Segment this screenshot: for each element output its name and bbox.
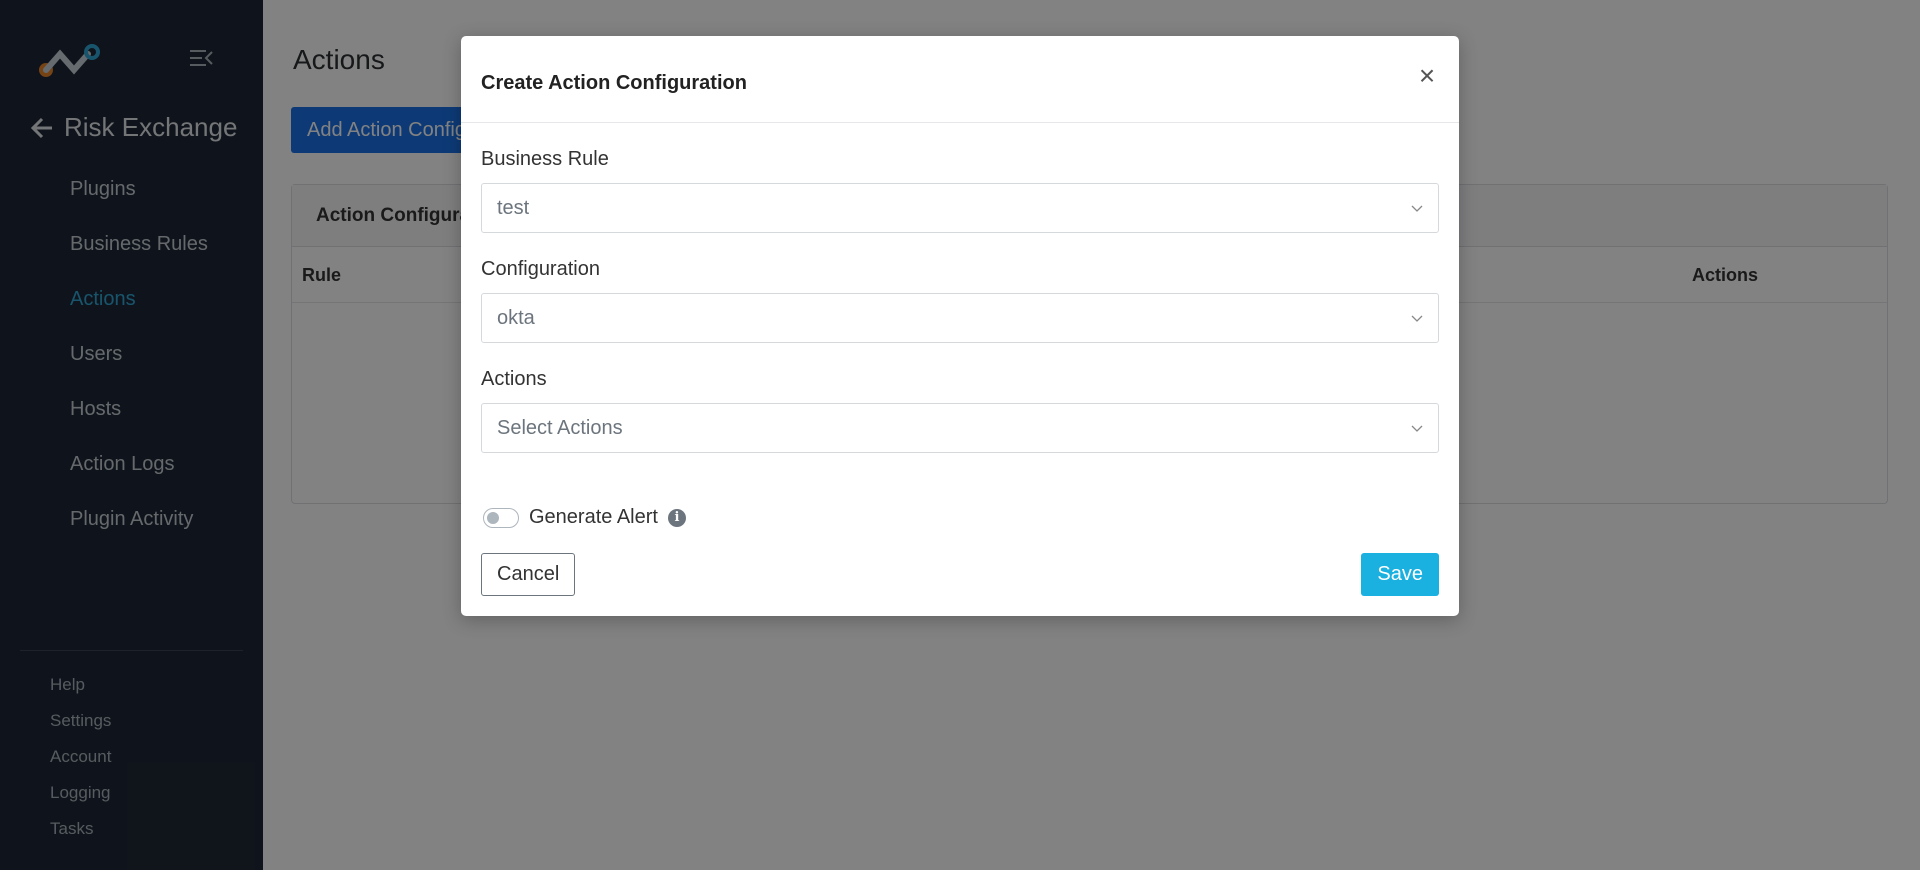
modal-title: Create Action Configuration [481,72,747,94]
actions-select[interactable]: Select Actions [481,403,1439,453]
configuration-value: okta [497,307,535,329]
close-icon[interactable]: × [1415,62,1439,90]
save-button[interactable]: Save [1361,553,1439,596]
chevron-down-icon [1411,205,1423,212]
info-icon[interactable]: i [667,508,686,527]
actions-label: Actions [481,368,547,390]
generate-alert-row: Generate Alert i [483,506,686,529]
cancel-button[interactable]: Cancel [481,553,576,596]
toggle-knob [487,511,499,524]
business-rule-value: test [497,197,530,219]
actions-placeholder: Select Actions [497,417,623,439]
chevron-down-icon [1411,425,1423,432]
configuration-select[interactable]: okta [481,293,1439,343]
configuration-label: Configuration [481,258,600,280]
business-rule-select[interactable]: test [481,183,1439,233]
create-action-configuration-modal: Create Action Configuration × Business R… [461,36,1459,616]
business-rule-label: Business Rule [481,148,609,170]
modal-header: Create Action Configuration × [461,36,1459,123]
chevron-down-icon [1411,315,1423,322]
generate-alert-label: Generate Alert [529,506,658,528]
generate-alert-toggle[interactable] [483,507,519,528]
